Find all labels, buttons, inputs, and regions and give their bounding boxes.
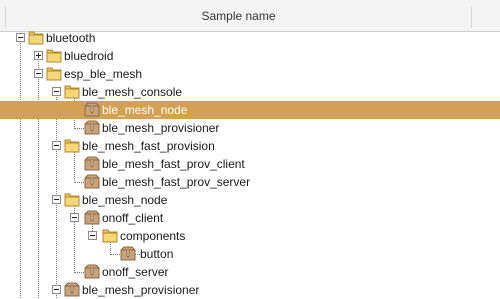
package-icon xyxy=(84,102,100,117)
tree-item-label: components xyxy=(120,229,186,243)
tree-row-bluetooth[interactable]: bluetooth xyxy=(0,29,500,47)
tree-row-ble-mesh-fast-prov-client[interactable]: ble_mesh_fast_prov_client xyxy=(0,155,500,173)
column-header-sample-name[interactable]: Sample name xyxy=(6,9,471,23)
collapse-toggle[interactable] xyxy=(34,69,43,78)
package-icon xyxy=(120,246,136,261)
tree-row-esp-ble-mesh[interactable]: esp_ble_mesh xyxy=(0,65,500,83)
folder-icon xyxy=(46,49,62,63)
tree-item-label: bluedroid xyxy=(64,49,114,63)
tree-item-label: button xyxy=(140,247,174,261)
tree-item-label: ble_mesh_provisioner xyxy=(82,283,200,297)
tree-item-label: ble_mesh_fast_provision xyxy=(82,139,215,153)
expand-toggle[interactable] xyxy=(34,51,43,60)
tree-row-bluedroid[interactable]: bluedroid xyxy=(0,47,500,65)
collapse-toggle[interactable] xyxy=(52,195,61,204)
tree-item-label: ble_mesh_fast_prov_server xyxy=(102,175,251,189)
tree-row-ble-mesh-node[interactable]: ble_mesh_node xyxy=(0,191,500,209)
tree-item-label: ble_mesh_node xyxy=(102,103,188,117)
folder-icon xyxy=(64,139,80,153)
collapse-toggle[interactable] xyxy=(52,285,61,294)
tree-row-ble-mesh-node-selected[interactable]: ble_mesh_node xyxy=(0,101,500,119)
collapse-toggle[interactable] xyxy=(52,141,61,150)
collapse-toggle[interactable] xyxy=(16,33,25,42)
tree-row-ble-mesh-fast-provision[interactable]: ble_mesh_fast_provision xyxy=(0,137,500,155)
header-divider[interactable] xyxy=(471,6,472,28)
collapse-toggle[interactable] xyxy=(88,231,97,240)
tree-row-onoff-client[interactable]: onoff_client xyxy=(0,209,500,227)
tree-row-onoff-server[interactable]: onoff_server xyxy=(0,263,500,281)
folder-icon xyxy=(46,67,62,81)
tree-row-components[interactable]: components xyxy=(0,227,500,245)
tree-row-ble-mesh-provisioner-2[interactable]: ble_mesh_provisioner xyxy=(0,281,500,299)
package-icon xyxy=(84,210,100,225)
package-icon xyxy=(64,282,80,297)
tree-item-label: onoff_server xyxy=(102,265,169,279)
tree-item-label: bluetooth xyxy=(46,31,96,45)
collapse-toggle[interactable] xyxy=(52,87,61,96)
tree-row-ble-mesh-provisioner[interactable]: ble_mesh_provisioner xyxy=(0,119,500,137)
tree-item-label: ble_mesh_fast_prov_client xyxy=(102,157,245,171)
folder-icon xyxy=(64,85,80,99)
collapse-toggle[interactable] xyxy=(70,213,79,222)
package-icon xyxy=(84,174,100,189)
tree-item-label: esp_ble_mesh xyxy=(64,67,143,81)
tree-item-label: onoff_client xyxy=(102,211,164,225)
tree-item-label: ble_mesh_console xyxy=(82,85,183,99)
column-header: Sample name xyxy=(0,0,500,32)
package-icon xyxy=(84,264,100,279)
folder-icon xyxy=(64,193,80,207)
tree-row-button[interactable]: button xyxy=(0,245,500,263)
tree-row-ble-mesh-fast-prov-server[interactable]: ble_mesh_fast_prov_server xyxy=(0,173,500,191)
tree-item-label: ble_mesh_provisioner xyxy=(102,121,220,135)
package-icon xyxy=(84,156,100,171)
tree-item-label: ble_mesh_node xyxy=(82,193,168,207)
sample-tree[interactable]: bluetooth bluedroid esp_ble_mesh ble_mes… xyxy=(0,29,500,299)
tree-row-ble-mesh-console[interactable]: ble_mesh_console xyxy=(0,83,500,101)
folder-icon xyxy=(102,229,118,243)
package-icon xyxy=(84,120,100,135)
folder-icon xyxy=(28,31,44,45)
